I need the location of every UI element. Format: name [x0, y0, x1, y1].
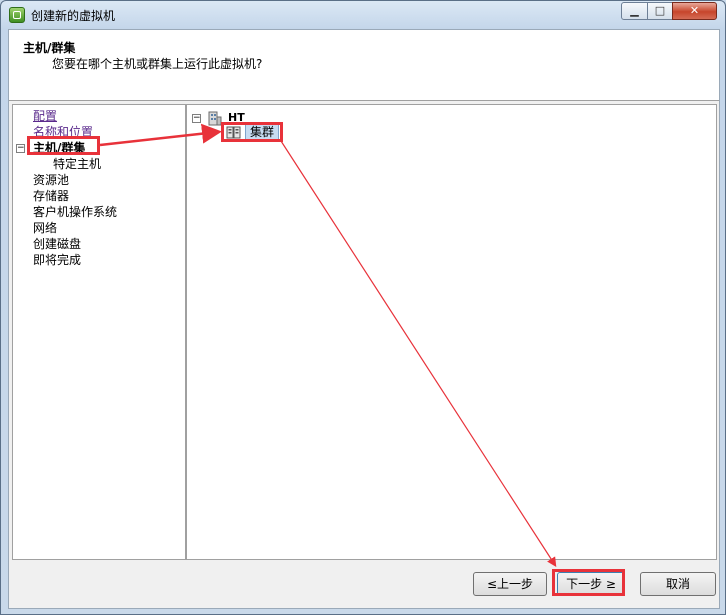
cluster-node[interactable]: 集群	[245, 124, 280, 141]
step-link-config[interactable]: 配置	[33, 109, 57, 124]
step-link-name-location[interactable]: 名称和位置	[33, 125, 93, 140]
vsphere-app-icon	[9, 7, 25, 23]
tree-collapse-icon[interactable]: −	[192, 114, 201, 123]
step-specific-host: 特定主机	[53, 157, 102, 171]
next-button[interactable]: 下一步 ≥	[557, 572, 625, 596]
datacenter-icon	[208, 111, 222, 126]
step-storage: 存储器	[33, 189, 70, 203]
maximize-button[interactable]: □	[647, 2, 673, 20]
step-current-host-cluster: 主机/群集	[33, 141, 86, 155]
step-title: 主机/群集	[23, 41, 76, 55]
cancel-button[interactable]: 取消	[640, 572, 716, 596]
step-ready-to-complete: 即将完成	[33, 253, 82, 267]
step-network: 网络	[33, 221, 58, 235]
inventory-tree: − HT 集群	[186, 104, 717, 560]
step-resource-pool: 资源池	[33, 173, 70, 187]
step-guest-os: 客户机操作系统	[33, 205, 118, 219]
cluster-icon	[226, 126, 241, 139]
close-button[interactable]: ✕	[672, 2, 717, 20]
datacenter-label[interactable]: HT	[228, 111, 245, 124]
minimize-button[interactable]: ▁	[621, 2, 648, 20]
step-expander-icon[interactable]: −	[16, 144, 25, 153]
dialog-window: 创建新的虚拟机 ▁ □ ✕ 主机/群集 您要在哪个主机或群集上运行此虚拟机? 配…	[0, 0, 726, 615]
step-header: 主机/群集 您要在哪个主机或群集上运行此虚拟机?	[9, 30, 719, 101]
step-create-disk: 创建磁盘	[33, 237, 82, 251]
title-bar[interactable]: 创建新的虚拟机 ▁ □ ✕	[1, 1, 725, 29]
wizard-steps-panel: 配置 名称和位置 − 主机/群集 特定主机 资源池 存储器 客户机操作系统 网络…	[12, 104, 186, 560]
back-button[interactable]: ≤上一步	[473, 572, 547, 596]
step-subtitle: 您要在哪个主机或群集上运行此虚拟机?	[52, 57, 263, 71]
dialog-client: 主机/群集 您要在哪个主机或群集上运行此虚拟机? 配置 名称和位置 − 主机/群…	[8, 29, 720, 609]
window-title: 创建新的虚拟机	[31, 9, 116, 23]
